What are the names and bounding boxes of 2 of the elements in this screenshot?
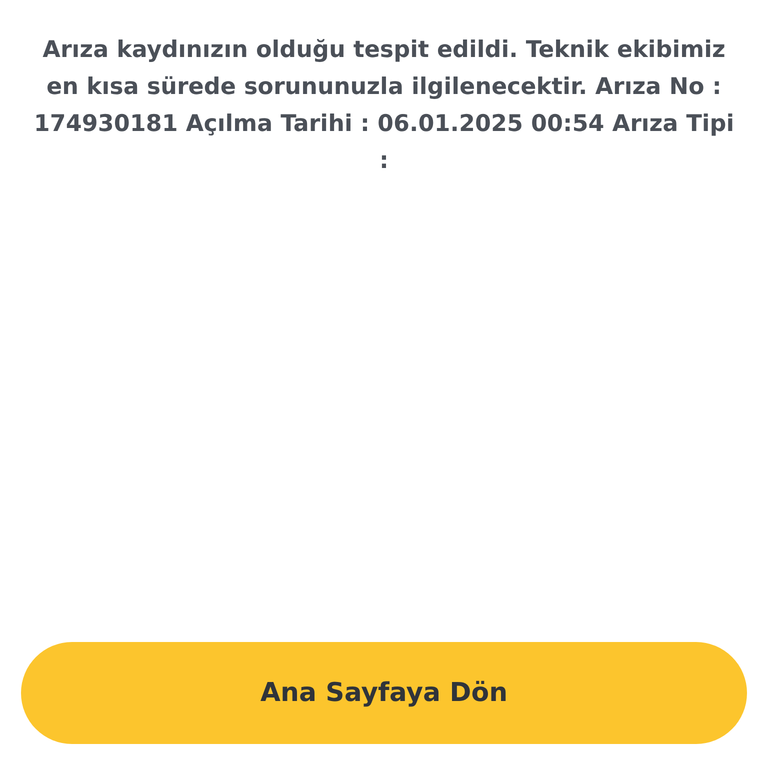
confirmation-message: Arıza kaydınızın olduğu tespit edildi. Teknik ekibimiz en kısa sürede sorununuzla ilgilenecektir. Arıza No : 174930181 Açılma Tarihi : 06.01.2025 00:54 Arıza Tipi : (32, 36, 736, 176)
home-page-button[interactable]: Ana Sayfaya Dön (21, 642, 747, 744)
